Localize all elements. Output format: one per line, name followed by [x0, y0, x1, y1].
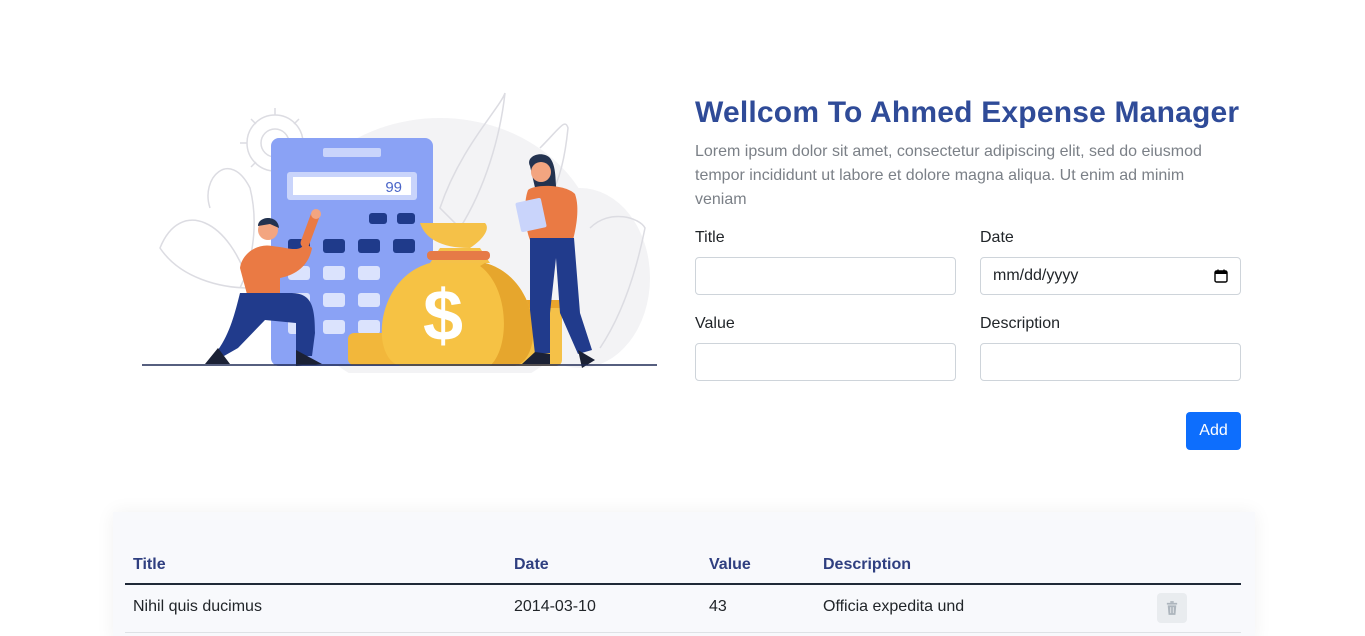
expense-illustration: 99 $ [142, 92, 657, 373]
date-label: Date [980, 229, 1014, 246]
hero-section: 99 $ Wellcom To Ahmed Expense Manager Lo… [0, 0, 1365, 500]
value-input[interactable] [695, 343, 956, 381]
column-header-date: Date [514, 556, 549, 573]
dollar-sign: $ [423, 276, 463, 356]
cell-title: Nihil quis ducimus [133, 598, 262, 615]
table-row: Nihil quis ducimus 2014-03-10 43 Officia… [125, 587, 1241, 633]
description-input[interactable] [980, 343, 1241, 381]
page-title: Wellcom To Ahmed Expense Manager [695, 96, 1240, 129]
cell-description: Officia expedita und [823, 598, 965, 615]
calculator-display: 99 [385, 179, 402, 196]
date-input[interactable]: mm/dd/yyyy [980, 257, 1241, 295]
table-header: Title Date Value Description [125, 552, 1241, 585]
column-header-title: Title [133, 556, 166, 573]
delete-button[interactable] [1157, 593, 1187, 623]
calendar-icon[interactable] [1214, 269, 1228, 283]
column-header-description: Description [823, 556, 912, 573]
date-placeholder: mm/dd/yyyy [993, 267, 1079, 284]
cell-date: 2014-03-10 [514, 598, 596, 615]
title-label: Title [695, 229, 725, 246]
cell-value: 43 [709, 598, 727, 615]
title-input[interactable] [695, 257, 956, 295]
value-label: Value [695, 315, 735, 332]
form-panel: Wellcom To Ahmed Expense Manager Lorem i… [695, 94, 1241, 212]
expense-table: Title Date Value Description Nihil quis … [113, 512, 1255, 636]
column-header-value: Value [709, 556, 751, 573]
add-button[interactable]: Add [1186, 412, 1241, 450]
description-label: Description [980, 315, 1061, 332]
page-subtitle: Lorem ipsum dolor sit amet, consectetur … [695, 143, 1202, 208]
trash-icon [1166, 601, 1178, 615]
